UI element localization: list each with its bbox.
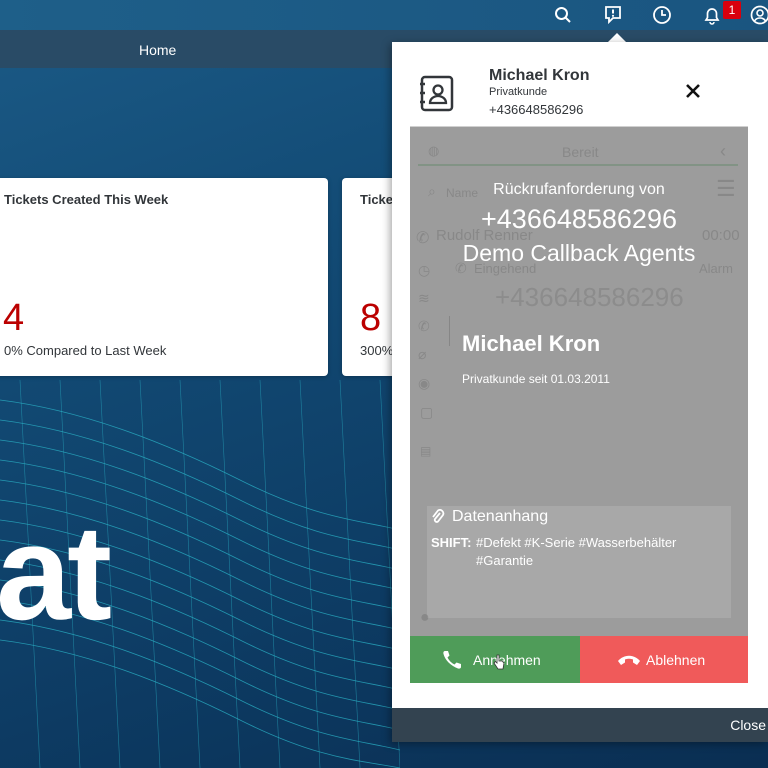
- notification-count-badge: 1: [723, 1, 741, 19]
- paperclip-icon: ⌀: [418, 346, 427, 362]
- globe-icon: ◍: [428, 143, 440, 158]
- kpi-tile-value: 8: [360, 297, 382, 339]
- hangup-icon: [616, 651, 642, 669]
- clipboard-icon: ▢: [420, 404, 434, 420]
- attachment-title: Datenanhang: [452, 508, 549, 525]
- shift-tags-line1: #Defekt #K-Serie #Wasserbehälter: [476, 535, 677, 550]
- callback-request-label: Rückrufanforderung von: [493, 181, 665, 198]
- bell-icon[interactable]: [700, 3, 724, 27]
- popover-footer: [392, 708, 768, 742]
- status-text: Bereit: [562, 144, 599, 160]
- kpi-tile-title: Ticke: [360, 192, 394, 207]
- dialed-number: +436648586296: [495, 282, 684, 312]
- kpi-tile-subtitle: 0% Compared to Last Week: [4, 343, 167, 358]
- accept-label: Annehmen: [473, 652, 541, 668]
- search-icon[interactable]: [551, 3, 575, 27]
- close-icon[interactable]: [681, 79, 705, 103]
- caller-type: Privatkunde: [489, 86, 548, 98]
- hand-cursor-icon: [493, 654, 505, 670]
- user-icon[interactable]: [748, 3, 768, 27]
- customer-since: Privatkunde seit 01.03.2011: [462, 372, 610, 386]
- caller-name: Michael Kron: [489, 67, 590, 84]
- shift-label: SHIFT:: [431, 535, 472, 550]
- info-icon: ●: [420, 609, 430, 626]
- phone-icon: [441, 649, 463, 671]
- kpi-tile-subtitle: 300%: [360, 343, 394, 358]
- chat-alert-icon[interactable]: [601, 3, 625, 27]
- phone-icon: ✆: [418, 318, 430, 334]
- popover-caret: [608, 33, 626, 42]
- divider: [449, 316, 450, 346]
- reject-label: Ablehnen: [646, 652, 706, 668]
- brand-text-fragment: at: [0, 497, 112, 648]
- shift-tags-line2: #Garantie: [476, 553, 534, 568]
- kpi-tile-title: Tickets Created This Week: [4, 192, 169, 207]
- contact-book-icon: [417, 73, 457, 113]
- callback-queue: Demo Callback Agents: [462, 240, 696, 266]
- chevron-left-icon[interactable]: ‹: [720, 141, 726, 162]
- customer-name: Michael Kron: [462, 331, 601, 356]
- status-bar: [418, 164, 738, 166]
- callback-number: +436648586296: [481, 204, 677, 234]
- nav-home-link[interactable]: Home: [139, 42, 176, 58]
- layers-icon: ≋: [418, 290, 430, 306]
- keyboard-icon: ▤: [420, 444, 432, 458]
- paperclip-icon: [431, 509, 445, 528]
- caller-phone: +436648586296: [489, 102, 584, 117]
- record-icon: ◉: [418, 375, 431, 391]
- kpi-tile-value: 4: [3, 297, 25, 339]
- footer-close-button[interactable]: Close: [730, 717, 766, 733]
- clock-icon[interactable]: [650, 3, 674, 27]
